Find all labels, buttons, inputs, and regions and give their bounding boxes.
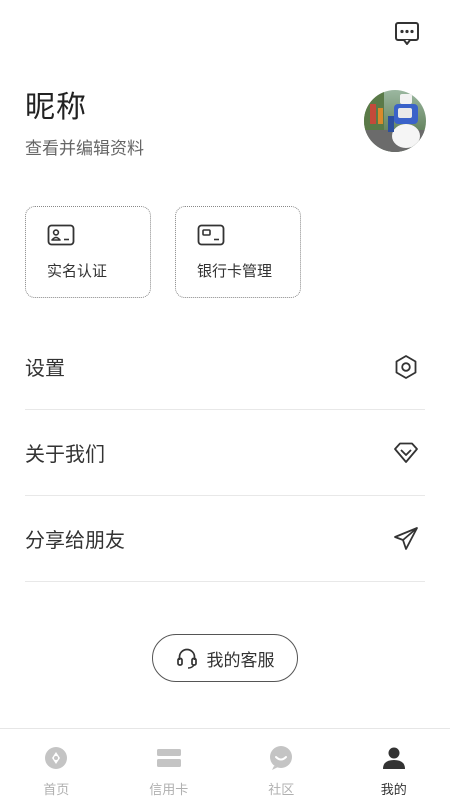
menu-item-label: 设置	[25, 356, 65, 380]
tab-home[interactable]: 首页	[0, 729, 113, 800]
paper-plane-icon	[394, 526, 418, 550]
profile-section[interactable]: 昵称 查看并编辑资料	[25, 88, 144, 160]
home-compass-icon	[45, 747, 68, 769]
card-label: 银行卡管理	[197, 262, 273, 280]
bank-card-icon	[197, 224, 225, 246]
person-icon	[382, 747, 405, 769]
bank-card-management-card[interactable]: 银行卡管理	[175, 206, 301, 298]
tab-label: 信用卡	[149, 783, 189, 798]
diamond-icon	[394, 442, 418, 463]
menu-item-label: 分享给朋友	[25, 528, 125, 552]
menu-list: 设置 关于我们 分享给朋友	[25, 324, 425, 582]
headset-icon	[176, 648, 197, 669]
avatar[interactable]	[364, 90, 426, 152]
edit-profile-link[interactable]: 查看并编辑资料	[25, 138, 144, 160]
customer-service-label: 我的客服	[206, 650, 275, 671]
nickname: 昵称	[25, 90, 87, 125]
community-chat-icon	[270, 746, 293, 770]
credit-card-icon	[156, 749, 181, 767]
tab-mine[interactable]: 我的	[338, 729, 450, 800]
tab-credit-card[interactable]: 信用卡	[113, 729, 226, 800]
tab-label: 社区	[268, 783, 295, 798]
tab-community[interactable]: 社区	[225, 729, 338, 800]
real-name-auth-card[interactable]: 实名认证	[25, 206, 151, 298]
tab-label: 首页	[43, 783, 70, 798]
message-dots-icon	[395, 22, 419, 45]
hexagon-settings-icon	[395, 354, 417, 379]
menu-item-about[interactable]: 关于我们	[25, 410, 425, 496]
customer-service-button[interactable]: 我的客服	[152, 634, 298, 682]
menu-item-share[interactable]: 分享给朋友	[25, 496, 425, 582]
menu-item-label: 关于我们	[25, 442, 105, 466]
tab-label: 我的	[380, 783, 407, 798]
id-card-icon	[47, 224, 75, 246]
card-label: 实名认证	[47, 262, 108, 280]
bottom-tab-bar: 首页 信用卡 社区 我的	[0, 728, 450, 800]
message-button[interactable]	[394, 20, 420, 46]
menu-item-settings[interactable]: 设置	[25, 324, 425, 410]
